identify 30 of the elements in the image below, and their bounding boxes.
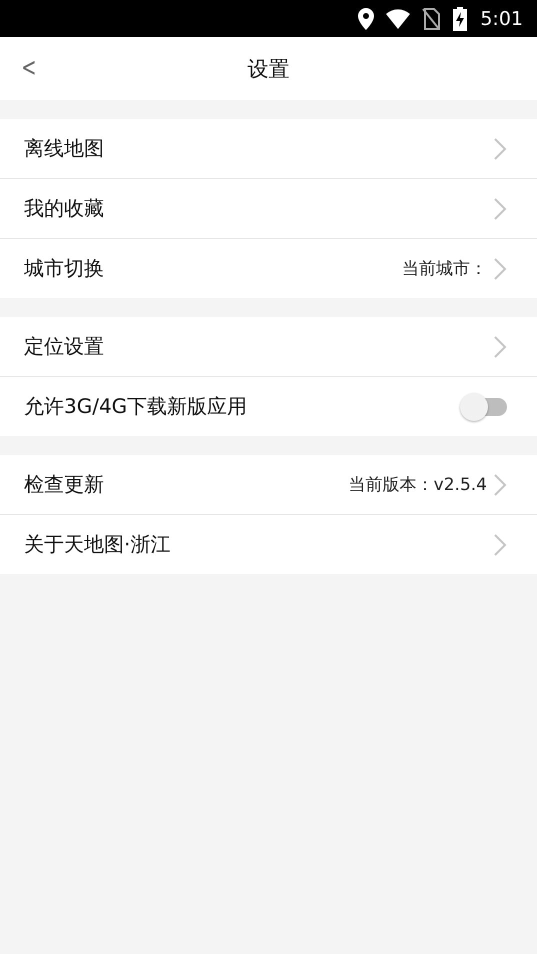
row-value: 当前城市： [402, 258, 487, 280]
settings-row[interactable]: 定位设置 [0, 317, 537, 377]
location-icon [358, 8, 374, 30]
toggle-switch[interactable] [459, 392, 509, 422]
row-value: 当前版本：v2.5.4 [348, 474, 487, 496]
row-label: 检查更新 [24, 471, 105, 498]
chevron-right-icon [493, 196, 507, 220]
battery-charging-icon [452, 6, 468, 30]
page-title: 设置 [248, 56, 290, 82]
chevron-right-icon [493, 334, 507, 358]
row-label: 离线地图 [24, 135, 105, 162]
settings-row[interactable]: 我的收藏 [0, 179, 537, 239]
no-sim-icon [422, 8, 440, 30]
settings-row[interactable]: 城市切换 当前城市： [0, 239, 537, 298]
chevron-right-icon [493, 136, 507, 160]
chevron-right-icon [493, 532, 507, 556]
settings-row[interactable]: 离线地图 [0, 119, 537, 179]
chevron-right-icon [493, 472, 507, 496]
status-time: 5:01 [480, 8, 523, 30]
row-label: 关于天地图·浙江 [24, 531, 172, 558]
row-label: 我的收藏 [24, 195, 105, 222]
row-label: 允许3G/4G下载新版应用 [24, 393, 248, 420]
row-label: 定位设置 [24, 333, 105, 360]
wifi-icon [386, 8, 410, 28]
chevron-right-icon [493, 256, 507, 280]
settings-row[interactable]: 允许3G/4G下载新版应用 [0, 377, 537, 436]
settings-row[interactable]: 检查更新 当前版本：v2.5.4 [0, 455, 537, 515]
row-label: 城市切换 [24, 255, 105, 282]
settings-row[interactable]: 关于天地图·浙江 [0, 515, 537, 574]
back-button[interactable]: < [17, 53, 41, 83]
